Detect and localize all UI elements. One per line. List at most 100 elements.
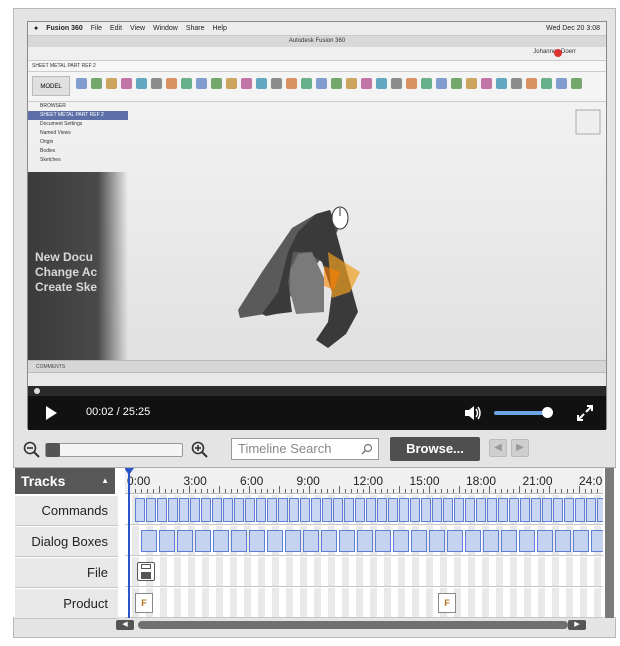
command-event[interactable] bbox=[564, 498, 574, 522]
command-event[interactable] bbox=[146, 498, 156, 522]
command-event[interactable] bbox=[575, 498, 585, 522]
volume-slider[interactable] bbox=[494, 411, 546, 415]
command-event[interactable] bbox=[410, 498, 420, 522]
product-event-icon[interactable]: F bbox=[438, 593, 456, 613]
timeline-lanes[interactable]: 0:00 3:00 6:00 9:00 12:00 15:00 18:00 21:00 24:0… bbox=[125, 468, 603, 618]
command-event[interactable] bbox=[157, 498, 167, 522]
zoom-in-icon[interactable] bbox=[191, 441, 209, 459]
playhead-marker[interactable] bbox=[125, 468, 134, 618]
dialog-event[interactable] bbox=[321, 530, 337, 552]
command-event[interactable] bbox=[234, 498, 244, 522]
browse-button[interactable]: Browse... bbox=[390, 437, 480, 461]
lane-dialog-boxes[interactable] bbox=[125, 526, 603, 556]
lane-file[interactable] bbox=[125, 557, 603, 587]
dialog-event[interactable] bbox=[465, 530, 481, 552]
command-event[interactable] bbox=[212, 498, 222, 522]
dialog-event[interactable] bbox=[447, 530, 463, 552]
volume-icon[interactable] bbox=[464, 405, 482, 421]
command-event[interactable] bbox=[190, 498, 200, 522]
dialog-event[interactable] bbox=[303, 530, 319, 552]
dialog-event[interactable] bbox=[555, 530, 571, 552]
command-event[interactable] bbox=[201, 498, 211, 522]
scroll-thumb[interactable] bbox=[138, 621, 568, 629]
dialog-event[interactable] bbox=[267, 530, 283, 552]
command-event[interactable] bbox=[432, 498, 442, 522]
dialog-event[interactable] bbox=[357, 530, 373, 552]
command-event[interactable] bbox=[366, 498, 376, 522]
dialog-event[interactable] bbox=[375, 530, 391, 552]
command-event[interactable] bbox=[443, 498, 453, 522]
zoom-slider-thumb[interactable] bbox=[46, 443, 60, 457]
dialog-event[interactable] bbox=[177, 530, 193, 552]
command-event[interactable] bbox=[388, 498, 398, 522]
dialog-event[interactable] bbox=[393, 530, 409, 552]
scroll-left-arrow[interactable]: ◀ bbox=[116, 620, 134, 630]
dialog-event[interactable] bbox=[429, 530, 445, 552]
command-event[interactable] bbox=[520, 498, 530, 522]
dialog-event[interactable] bbox=[411, 530, 427, 552]
scrubber-knob[interactable] bbox=[34, 388, 40, 394]
command-event[interactable] bbox=[498, 498, 508, 522]
dialog-event[interactable] bbox=[519, 530, 535, 552]
timeline-search-input[interactable]: Timeline Search bbox=[231, 438, 379, 460]
command-event[interactable] bbox=[168, 498, 178, 522]
command-event[interactable] bbox=[531, 498, 541, 522]
command-event[interactable] bbox=[487, 498, 497, 522]
tracks-header[interactable]: Tracks ▲▼ bbox=[15, 468, 115, 511]
lane-product[interactable]: F F bbox=[125, 588, 603, 618]
zoom-out-icon[interactable] bbox=[23, 441, 41, 459]
time-ruler[interactable]: 0:00 3:00 6:00 9:00 12:00 15:00 18:00 21:00 24:0… bbox=[125, 468, 603, 494]
scroll-right-arrow[interactable]: ▶ bbox=[568, 620, 586, 630]
command-event[interactable] bbox=[179, 498, 189, 522]
command-event[interactable] bbox=[278, 498, 288, 522]
command-event[interactable] bbox=[377, 498, 387, 522]
product-event-icon[interactable]: F bbox=[135, 593, 153, 613]
dialog-event[interactable] bbox=[591, 530, 603, 552]
command-event[interactable] bbox=[267, 498, 277, 522]
dialog-event[interactable] bbox=[159, 530, 175, 552]
command-event[interactable] bbox=[586, 498, 596, 522]
command-event[interactable] bbox=[223, 498, 233, 522]
dialog-event[interactable] bbox=[573, 530, 589, 552]
command-event[interactable] bbox=[333, 498, 343, 522]
command-event[interactable] bbox=[465, 498, 475, 522]
command-event[interactable] bbox=[344, 498, 354, 522]
vertical-scrollbar[interactable] bbox=[605, 468, 614, 618]
command-event[interactable] bbox=[454, 498, 464, 522]
command-event[interactable] bbox=[311, 498, 321, 522]
command-event[interactable] bbox=[542, 498, 552, 522]
command-event[interactable] bbox=[135, 498, 145, 522]
lane-commands[interactable] bbox=[125, 495, 603, 525]
fullscreen-icon[interactable] bbox=[576, 404, 594, 422]
zoom-slider[interactable] bbox=[45, 443, 183, 457]
command-event[interactable] bbox=[399, 498, 409, 522]
command-event[interactable] bbox=[597, 498, 603, 522]
command-event[interactable] bbox=[256, 498, 266, 522]
command-event[interactable] bbox=[245, 498, 255, 522]
command-event[interactable] bbox=[509, 498, 519, 522]
dialog-event[interactable] bbox=[339, 530, 355, 552]
command-event[interactable] bbox=[289, 498, 299, 522]
prev-button[interactable]: ◀ bbox=[489, 439, 507, 457]
volume-knob[interactable] bbox=[542, 407, 553, 418]
dialog-event[interactable] bbox=[501, 530, 517, 552]
command-event[interactable] bbox=[322, 498, 332, 522]
command-event[interactable] bbox=[476, 498, 486, 522]
dialog-event[interactable] bbox=[249, 530, 265, 552]
search-icon[interactable] bbox=[361, 443, 373, 455]
video-scrubber[interactable] bbox=[28, 386, 606, 396]
command-event[interactable] bbox=[421, 498, 431, 522]
dialog-event[interactable] bbox=[213, 530, 229, 552]
play-button[interactable] bbox=[46, 406, 57, 420]
save-file-icon[interactable] bbox=[137, 562, 155, 581]
command-event[interactable] bbox=[300, 498, 310, 522]
playhead-head[interactable] bbox=[125, 468, 134, 475]
dialog-event[interactable] bbox=[537, 530, 553, 552]
video-player[interactable]: ● Fusion 360 File Edit View Window Share… bbox=[27, 21, 607, 430]
dialog-event[interactable] bbox=[483, 530, 499, 552]
dialog-event[interactable] bbox=[195, 530, 211, 552]
dialog-event[interactable] bbox=[285, 530, 301, 552]
dialog-event[interactable] bbox=[141, 530, 157, 552]
next-button[interactable]: ▶ bbox=[511, 439, 529, 457]
horizontal-scrollbar[interactable]: ◀ ▶ bbox=[112, 619, 590, 631]
